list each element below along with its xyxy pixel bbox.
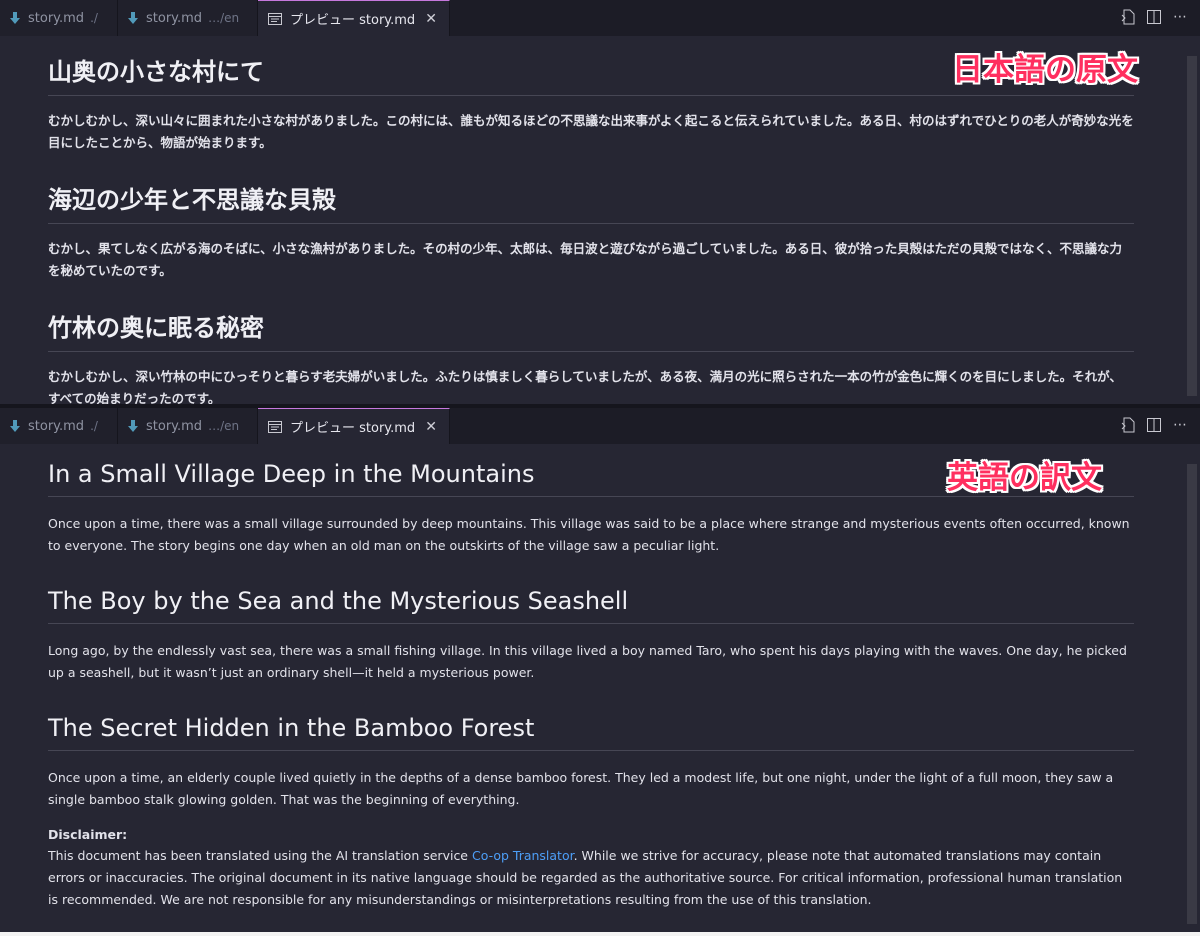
markdown-preview: 山奥の小さな村にて むかしむかし、深い山々に囲まれた小さな村がありました。この村… bbox=[48, 36, 1134, 404]
heading-2: The Boy by the Sea and the Mysterious Se… bbox=[48, 571, 1134, 624]
paragraph-2: むかし、果てしなく広がる海のそばに、小さな漁村がありました。その村の少年、太郎は… bbox=[48, 241, 1123, 278]
editor-pane-bottom: story.md ./ story.md …/en プレビュー story.md… bbox=[0, 408, 1200, 932]
tab-preview-story-md[interactable]: プレビュー story.md ✕ bbox=[258, 408, 450, 444]
paragraph-3: Once upon a time, an elderly couple live… bbox=[48, 770, 1114, 807]
vertical-scrollbar[interactable] bbox=[1187, 464, 1197, 924]
tab-label: story.md bbox=[146, 10, 203, 26]
tab-preview-story-md[interactable]: プレビュー story.md ✕ bbox=[258, 0, 450, 36]
close-icon[interactable]: ✕ bbox=[425, 12, 437, 26]
open-source-icon[interactable] bbox=[1120, 8, 1136, 26]
tab-label: story.md bbox=[28, 418, 85, 434]
tab-label: story.md bbox=[146, 418, 203, 434]
paragraph-3: むかしむかし、深い竹林の中にひっそりと暮らす老夫婦がいました。ふたりは慎ましく暮… bbox=[48, 369, 1122, 404]
tab-path-hint: …/en bbox=[208, 419, 240, 433]
tab-path-hint: …/en bbox=[208, 11, 240, 25]
tab-story-md-root[interactable]: story.md ./ bbox=[0, 0, 118, 36]
disclaimer-title: Disclaimer: bbox=[48, 827, 128, 842]
vertical-scrollbar[interactable] bbox=[1187, 56, 1197, 396]
markdown-arrow-icon bbox=[10, 12, 20, 24]
tab-story-md-en[interactable]: story.md …/en bbox=[118, 408, 258, 444]
markdown-preview: In a Small Village Deep in the Mountains… bbox=[48, 444, 1134, 911]
heading-3: The Secret Hidden in the Bamboo Forest bbox=[48, 698, 1134, 751]
paragraph-1: むかしむかし、深い山々に囲まれた小さな村がありました。この村には、誰もが知るほど… bbox=[48, 113, 1134, 150]
annotation-english-translation: 英語の訳文 bbox=[947, 460, 1102, 496]
editor-toolbar: ⋯ bbox=[1120, 416, 1188, 434]
markdown-arrow-icon bbox=[128, 12, 138, 24]
paragraph-1: Once upon a time, there was a small vill… bbox=[48, 516, 1130, 553]
co-op-translator-link[interactable]: Co-op Translator bbox=[472, 848, 574, 863]
tab-label: story.md bbox=[28, 10, 85, 26]
split-editor-icon[interactable] bbox=[1146, 416, 1162, 434]
disclaimer-text-start: This document has been translated using … bbox=[48, 848, 472, 863]
tab-bar: story.md ./ story.md …/en プレビュー story.md… bbox=[0, 408, 1200, 444]
preview-icon bbox=[268, 12, 282, 25]
editor-toolbar: ⋯ bbox=[1120, 8, 1188, 26]
tab-story-md-root[interactable]: story.md ./ bbox=[0, 408, 118, 444]
tab-label: プレビュー story.md bbox=[290, 13, 416, 28]
tab-path-hint: ./ bbox=[90, 419, 98, 433]
tab-story-md-en[interactable]: story.md …/en bbox=[118, 0, 258, 36]
editor-pane-top: story.md ./ story.md …/en プレビュー story.md… bbox=[0, 0, 1200, 404]
paragraph-2: Long ago, by the endlessly vast sea, the… bbox=[48, 643, 1127, 680]
more-actions-icon[interactable]: ⋯ bbox=[1172, 8, 1188, 26]
open-source-icon[interactable] bbox=[1120, 416, 1136, 434]
heading-2: 海辺の少年と不思議な貝殻 bbox=[48, 164, 1134, 224]
close-icon[interactable]: ✕ bbox=[425, 420, 437, 434]
markdown-arrow-icon bbox=[10, 420, 20, 432]
split-editor-icon[interactable] bbox=[1146, 8, 1162, 26]
more-actions-icon[interactable]: ⋯ bbox=[1172, 416, 1188, 434]
preview-icon bbox=[268, 420, 282, 433]
tab-bar: story.md ./ story.md …/en プレビュー story.md… bbox=[0, 0, 1200, 36]
markdown-arrow-icon bbox=[128, 420, 138, 432]
disclaimer-text: This document has been translated using … bbox=[48, 845, 1134, 911]
tab-path-hint: ./ bbox=[90, 11, 98, 25]
tab-label: プレビュー story.md bbox=[290, 421, 416, 436]
annotation-original-japanese: 日本語の原文 bbox=[952, 52, 1138, 88]
heading-3: 竹林の奥に眠る秘密 bbox=[48, 292, 1134, 352]
